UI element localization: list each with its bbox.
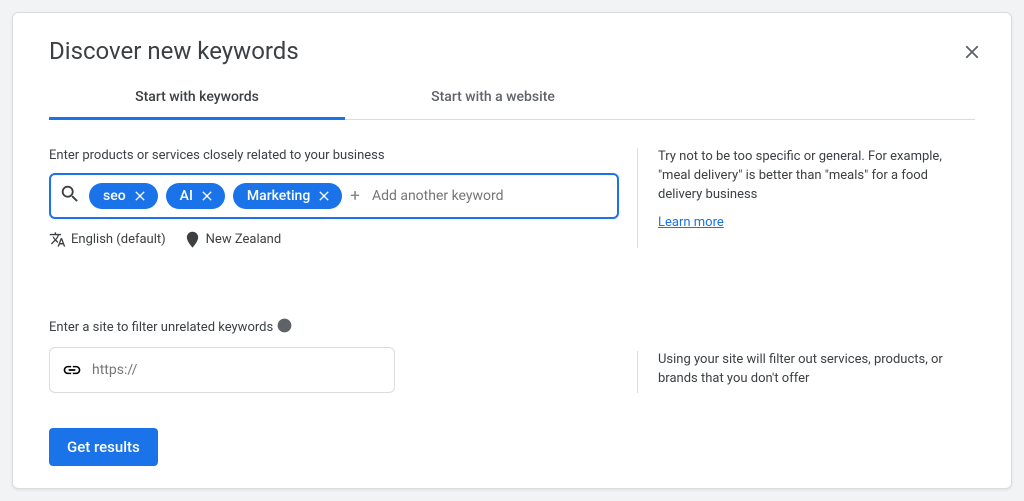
translate-icon [49, 231, 66, 248]
keywords-left: Enter products or services closely relat… [49, 148, 619, 248]
chip-remove[interactable] [132, 188, 148, 204]
keyword-chip[interactable]: seo [89, 183, 158, 209]
site-row: Enter a site to filter unrelated keyword… [49, 318, 975, 393]
site-label: Enter a site to filter unrelated keyword… [49, 318, 619, 337]
chip-label: seo [103, 188, 126, 204]
help-icon[interactable] [277, 318, 292, 337]
keyword-planner-card: Discover new keywords Start with keyword… [12, 12, 1012, 489]
site-label-text: Enter a site to filter unrelated keyword… [49, 320, 273, 335]
site-left: Enter a site to filter unrelated keyword… [49, 318, 619, 393]
close-button[interactable] [961, 41, 983, 67]
search-icon [59, 183, 81, 209]
keywords-hint: Try not to be too specific or general. F… [658, 148, 967, 205]
language-selector[interactable]: English (default) [49, 231, 166, 248]
tab-keywords[interactable]: Start with keywords [49, 77, 345, 120]
location-selector[interactable]: New Zealand [184, 231, 282, 248]
site-input-field[interactable] [49, 347, 395, 393]
keywords-row: Enter products or services closely relat… [49, 148, 975, 248]
location-icon [184, 231, 201, 248]
close-icon [961, 41, 983, 63]
site-url-input[interactable] [92, 362, 382, 378]
site-hint-col: Using your site will filter out services… [637, 351, 967, 393]
close-icon [132, 188, 148, 204]
chip-remove[interactable] [316, 188, 332, 204]
site-hint: Using your site will filter out services… [658, 351, 967, 389]
get-results-button[interactable]: Get results [49, 428, 158, 466]
close-icon [316, 188, 332, 204]
tabs: Start with keywords Start with a website [49, 77, 975, 120]
add-keyword-input[interactable] [368, 184, 609, 208]
plus-icon: + [350, 188, 360, 205]
chip-label: Marketing [247, 188, 310, 204]
chip-remove[interactable] [199, 188, 215, 204]
keyword-chip[interactable]: Marketing [233, 183, 342, 209]
location-value: New Zealand [206, 232, 282, 247]
keyword-chip[interactable]: AI [166, 183, 225, 209]
keywords-label: Enter products or services closely relat… [49, 148, 619, 163]
close-icon [199, 188, 215, 204]
keywords-input-field[interactable]: seo AI Marketing + [49, 173, 619, 219]
link-icon [62, 360, 82, 380]
language-value: English (default) [71, 232, 166, 247]
keywords-hint-col: Try not to be too specific or general. F… [637, 148, 967, 248]
chip-label: AI [180, 188, 193, 204]
settings-row: English (default) New Zealand [49, 231, 619, 248]
page-title: Discover new keywords [49, 37, 975, 65]
tab-website[interactable]: Start with a website [345, 77, 641, 119]
learn-more-link[interactable]: Learn more [658, 215, 724, 230]
